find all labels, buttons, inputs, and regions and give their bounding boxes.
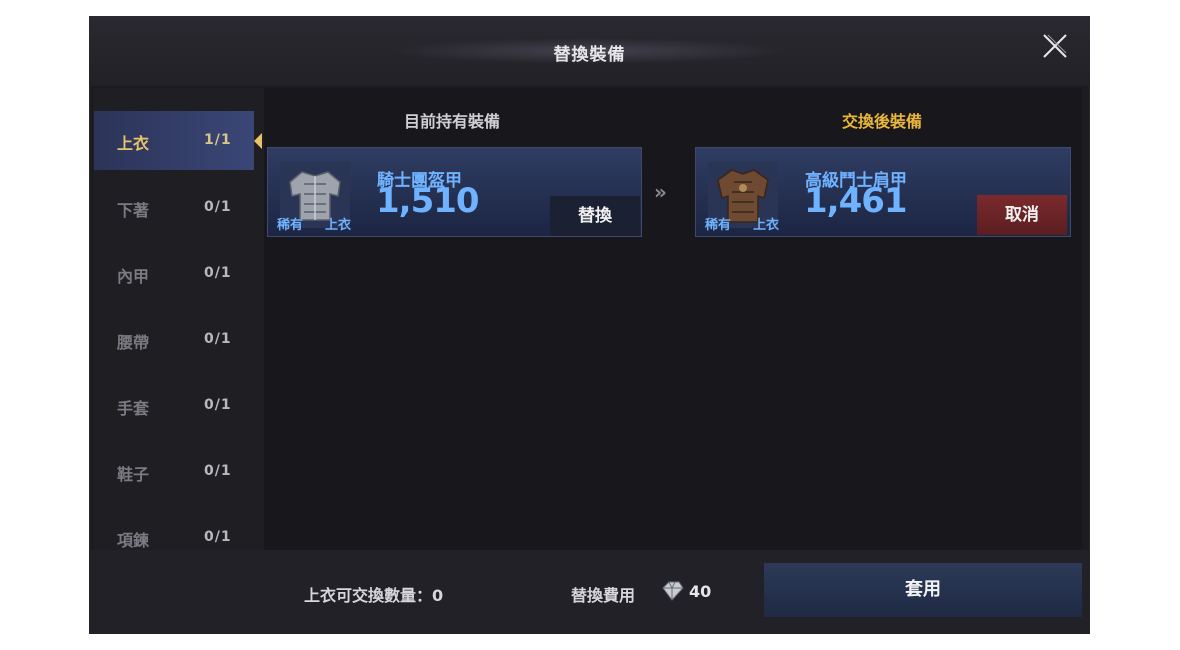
sidebar-item-belt[interactable]: 腰帶 0/1 <box>94 310 259 368</box>
apply-button[interactable]: 套用 <box>764 563 1082 617</box>
exchange-count-text: 上衣可交換數量：0 <box>304 586 444 605</box>
gem-icon <box>659 580 685 602</box>
swap-cost-label: 替換費用 <box>571 586 636 605</box>
current-item-card[interactable]: 稀有 上衣 騎士團盔甲 1,510 替換 <box>267 147 642 237</box>
sidebar-item-label: 下著 <box>117 201 150 220</box>
sidebar-item-label: 項鍊 <box>117 531 150 550</box>
sidebar-item-count: 1/1 <box>204 132 232 148</box>
sidebar-item-inner-armor[interactable]: 內甲 0/1 <box>94 244 259 302</box>
sidebar-item-top[interactable]: 上衣 1/1 <box>94 111 262 170</box>
sidebar-item-count: 0/1 <box>204 199 232 215</box>
swap-button[interactable]: 替換 <box>550 196 640 236</box>
current-equipment-heading: 目前持有裝備 <box>404 112 501 131</box>
after-item-card[interactable]: 稀有 上衣 高級鬥士肩甲 1,461 取消 <box>695 147 1071 237</box>
sidebar-item-label: 鞋子 <box>117 465 150 484</box>
sidebar-item-bottom[interactable]: 下著 0/1 <box>94 178 259 236</box>
title-bar: 替換裝備 <box>89 16 1090 86</box>
item-combat-value: 1,461 <box>804 181 908 221</box>
sidebar-item-shoes[interactable]: 鞋子 0/1 <box>94 442 259 500</box>
cancel-button[interactable]: 取消 <box>977 195 1067 235</box>
sidebar-item-label: 手套 <box>117 399 150 418</box>
replace-equipment-dialog: 替換裝備 上衣 1/1 下著 0/1 內甲 0/1 腰帶 0/1 手套 0/1 … <box>89 16 1090 634</box>
item-combat-value: 1,510 <box>376 181 480 221</box>
sidebar-item-gloves[interactable]: 手套 0/1 <box>94 376 259 434</box>
sidebar-item-count: 0/1 <box>204 331 232 347</box>
swap-cost-value: 40 <box>689 582 712 601</box>
equipment-slot-sidebar: 上衣 1/1 下著 0/1 內甲 0/1 腰帶 0/1 手套 0/1 鞋子 0/… <box>94 88 264 550</box>
active-pointer-icon <box>254 133 262 149</box>
item-slot: 上衣 <box>753 218 780 233</box>
close-icon[interactable] <box>1039 30 1071 62</box>
sidebar-item-count: 0/1 <box>204 463 232 479</box>
sidebar-item-count: 0/1 <box>204 529 232 545</box>
double-chevron-right-icon: » <box>654 180 667 204</box>
sidebar-item-count: 0/1 <box>204 397 232 413</box>
comparison-panel: 目前持有裝備 交換後裝備 稀有 上衣 騎士團盔甲 1,510 替換 » 稀有 上… <box>264 88 1082 550</box>
footer-bar: 上衣可交換數量：0 替換費用 40 套用 <box>89 550 1090 634</box>
item-rarity: 稀有 <box>277 218 304 233</box>
item-rarity: 稀有 <box>705 218 732 233</box>
dialog-title: 替換裝備 <box>553 45 626 65</box>
item-slot: 上衣 <box>325 218 352 233</box>
sidebar-item-label: 內甲 <box>117 267 150 286</box>
sidebar-item-label: 上衣 <box>117 134 150 153</box>
sidebar-item-count: 0/1 <box>204 265 232 281</box>
after-swap-heading: 交換後裝備 <box>842 112 923 131</box>
sidebar-item-label: 腰帶 <box>117 333 150 352</box>
